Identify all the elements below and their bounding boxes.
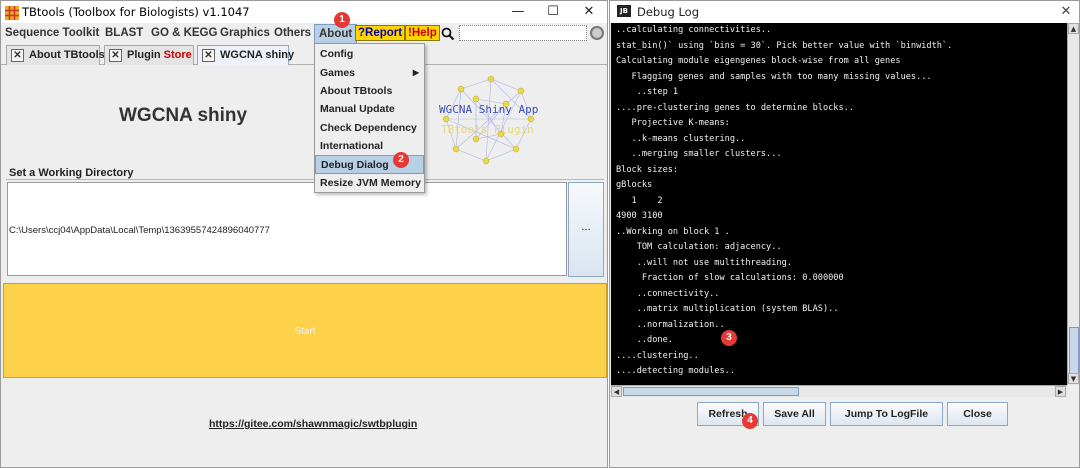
menu-item-international[interactable]: International: [315, 137, 424, 156]
menu-item-games[interactable]: Games ▶: [315, 64, 424, 83]
close-dialog-button[interactable]: Close: [947, 402, 1008, 426]
step-marker-1: 1: [334, 12, 350, 28]
log-line: ..calculating connectivities..: [616, 25, 772, 35]
settings-circle-icon[interactable]: [590, 26, 604, 40]
menu-sequence-toolkit[interactable]: Sequence Toolkit: [5, 23, 99, 43]
logo-subtitle-text: TBtools Plugin: [441, 123, 534, 136]
close-icon[interactable]: ✕: [11, 49, 24, 62]
scroll-up-icon[interactable]: ▲: [1068, 23, 1079, 34]
log-line: ..will not use multithreading.: [616, 257, 792, 268]
log-line: ....detecting modules..: [616, 366, 735, 376]
step-marker-2: 2: [393, 152, 409, 168]
plugin-panel: WGCNA shiny WGCNA Shiny App TBtools Plug…: [1, 65, 607, 467]
report-button[interactable]: ?Report: [355, 25, 406, 41]
log-line: ..k-means clustering..: [616, 133, 746, 144]
vertical-scrollbar[interactable]: ▲ ▼: [1067, 23, 1079, 385]
search-icon[interactable]: [441, 26, 455, 41]
debug-log-window: JB Debug Log ✕ ..calculating connectivit…: [609, 0, 1080, 468]
menu-item-resize-jvm-memory[interactable]: Resize JVM Memory: [315, 174, 424, 193]
menu-item-check-dependency[interactable]: Check Dependency: [315, 119, 424, 138]
tbtools-app-icon: [5, 5, 19, 20]
log-line: gBlocks: [616, 180, 653, 190]
tab-strip: ✕ About TBtools ✕ Plugin Store ✕ WGCNA s…: [1, 43, 607, 65]
close-icon[interactable]: ✕: [202, 49, 215, 62]
log-line: TOM calculation: adjacency..: [616, 242, 782, 252]
section-label: Set a Working Directory: [9, 167, 134, 179]
tbtools-window: TBtools (Toolbox for Biologists) v1.1047…: [0, 0, 608, 468]
tab-label: About TBtools: [29, 49, 105, 61]
tab-label: WGCNA shiny: [220, 49, 295, 61]
section-divider: [6, 179, 604, 180]
step-marker-3: 3: [721, 330, 737, 346]
tab-label-suffix: Store: [163, 49, 192, 61]
log-line: ..done.: [616, 335, 673, 345]
tab-plugin-store[interactable]: ✕ Plugin Store: [104, 45, 194, 65]
menu-item-config[interactable]: Config: [315, 45, 424, 64]
save-all-button[interactable]: Save All: [763, 402, 826, 426]
step-marker-4: 4: [742, 413, 758, 429]
jump-to-logfile-button[interactable]: Jump To LogFile: [830, 402, 943, 426]
menu-about[interactable]: About: [314, 24, 358, 44]
menu-others[interactable]: Others: [274, 23, 311, 43]
menu-item-about-tbtools[interactable]: About TBtools: [315, 82, 424, 101]
log-line: ..Working on block 1 .: [616, 226, 730, 237]
menu-blast[interactable]: BLAST: [105, 23, 143, 43]
menu-go-kegg[interactable]: GO & KEGG: [151, 23, 217, 43]
close-icon[interactable]: ✕: [109, 49, 122, 62]
jb-logo-icon: JB: [617, 5, 631, 17]
log-line: ....clustering..: [616, 350, 699, 361]
about-dropdown-menu: Config Games ▶ About TBtools Manual Upda…: [314, 43, 425, 193]
log-line: Block sizes:: [616, 164, 679, 175]
window-title: TBtools (Toolbox for Biologists) v1.1047: [22, 5, 250, 19]
scroll-left-icon[interactable]: ◀: [611, 386, 622, 397]
title-bar[interactable]: JB Debug Log ✕: [610, 1, 1079, 23]
log-line: Fraction of slow calculations: 0.000000: [616, 273, 844, 283]
close-button[interactable]: ✕: [1056, 3, 1076, 21]
scroll-thumb[interactable]: [1069, 327, 1079, 375]
scroll-down-icon[interactable]: ▼: [1068, 373, 1079, 384]
log-line: Calculating module eigengenes block-wise…: [616, 56, 901, 66]
log-line: 4900 3100: [616, 211, 663, 221]
close-button[interactable]: ✕: [574, 3, 604, 21]
plugin-link[interactable]: https://gitee.com/shawnmagic/swtbplugin: [209, 418, 417, 430]
log-line: stat_bin()` using `bins = 30`. Pick bett…: [616, 40, 953, 51]
log-line: ..matrix multiplication (system BLAS)..: [616, 304, 839, 314]
menu-item-label: Games: [320, 67, 356, 79]
submenu-arrow-icon: ▶: [412, 68, 419, 77]
start-button[interactable]: Start: [3, 283, 607, 378]
log-line: ..connectivity..: [616, 288, 720, 299]
tab-label-prefix: Plugin: [127, 49, 164, 61]
scroll-thumb[interactable]: [623, 387, 799, 396]
log-line: ..step 1: [616, 87, 679, 97]
scroll-right-icon[interactable]: ▶: [1055, 386, 1066, 397]
log-line: Projective K-means:: [616, 118, 730, 128]
wgcna-network-logo: [442, 75, 535, 165]
log-line: ..merging smaller clusters...: [616, 149, 782, 159]
menu-graphics[interactable]: Graphics: [220, 23, 270, 43]
maximize-button[interactable]: ☐: [538, 3, 568, 21]
logo-title-text: WGCNA Shiny App: [439, 103, 539, 116]
log-line: Flagging genes and samples with too many…: [616, 71, 932, 82]
log-line: ..normalization..: [616, 319, 725, 330]
log-line: 1 2: [616, 195, 663, 206]
log-output[interactable]: ..calculating connectivities.. stat_bin()…: [611, 23, 1067, 385]
log-line: ....pre-clustering genes to determine bl…: [616, 102, 854, 113]
page-title: WGCNA shiny: [119, 105, 248, 126]
tab-wgcna-shiny[interactable]: ✕ WGCNA shiny: [197, 45, 294, 65]
minimize-button[interactable]: —: [503, 3, 533, 21]
search-input[interactable]: [459, 25, 587, 41]
menu-item-manual-update[interactable]: Manual Update: [315, 100, 424, 119]
help-button[interactable]: !Help: [405, 25, 440, 41]
title-bar[interactable]: TBtools (Toolbox for Biologists) v1.1047…: [1, 1, 607, 23]
horizontal-scrollbar[interactable]: ◀ ▶: [611, 385, 1067, 397]
tab-about-tbtools[interactable]: ✕ About TBtools: [6, 45, 105, 65]
directory-path: C:\Users\ccj04\AppData\Local\Temp\136395…: [9, 225, 270, 236]
browse-button[interactable]: ...: [568, 182, 604, 277]
window-title: Debug Log: [637, 5, 700, 19]
